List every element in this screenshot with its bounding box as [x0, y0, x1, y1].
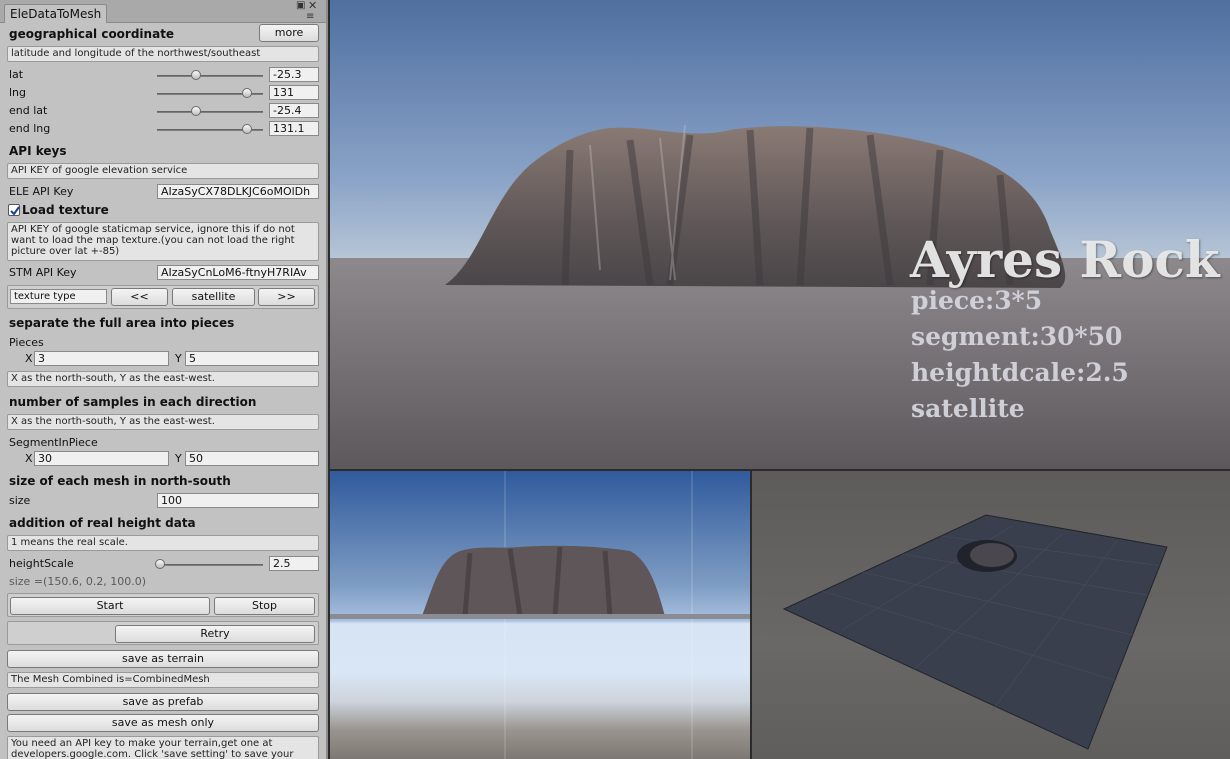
end-lat-field[interactable]: -25.4 [269, 103, 319, 118]
scene-view-main[interactable]: Ayres Rock piece:3*5 segment:30*50 heigh… [330, 0, 1230, 469]
end-lng-field[interactable]: 131.1 [269, 121, 319, 136]
texture-next-button[interactable]: >> [258, 288, 315, 306]
end-lat-slider[interactable] [157, 111, 263, 113]
segment-x-label: X [25, 452, 33, 465]
ele-api-key-label: ELE API Key [9, 185, 74, 198]
samples-help: X as the north-south, Y as the east-west… [7, 414, 319, 430]
stop-button[interactable]: Stop [214, 597, 315, 615]
retry-button[interactable]: Retry [115, 625, 315, 643]
footer-help: You need an API key to make your terrain… [7, 736, 319, 759]
save-terrain-button[interactable]: save as terrain [7, 650, 319, 668]
segment-y-label: Y [175, 452, 182, 465]
pieces-x-label: X [25, 352, 33, 365]
tab-bar: EleDataToMesh ▣ ✕ ≡ [0, 0, 326, 23]
start-button[interactable]: Start [10, 597, 210, 615]
size-field[interactable]: 100 [157, 493, 319, 508]
segment-y-field[interactable]: 50 [185, 451, 319, 466]
stm-api-key-label: STM API Key [9, 266, 77, 279]
stm-api-key-field[interactable]: AIzaSyCnLoM6-ftnyH7RIAv [157, 265, 319, 280]
height-help: 1 means the real scale. [7, 535, 319, 551]
load-texture-checkbox[interactable] [8, 204, 20, 216]
lng-label: lng [9, 86, 27, 99]
api-heading: API keys [9, 144, 67, 158]
maximize-icon[interactable]: ▣ [296, 1, 305, 11]
pieces-y-label: Y [175, 352, 182, 365]
height-scale-slider-thumb[interactable] [155, 559, 165, 569]
overlay-title: Ayres Rock [910, 230, 1220, 289]
size-label: size [9, 494, 31, 507]
more-button[interactable]: more [259, 24, 319, 42]
save-mesh-button[interactable]: save as mesh only [7, 714, 319, 732]
height-heading: addition of real height data [9, 516, 196, 530]
lng-field[interactable]: 131 [269, 85, 319, 100]
end-lat-label: end lat [9, 104, 48, 117]
api-help: API KEY of google elevation service [7, 163, 319, 179]
overlay-segment: segment:30*50 [911, 322, 1123, 351]
height-scale-field[interactable]: 2.5 [269, 556, 319, 571]
size-readout: size =(150.6, 0.2, 100.0) [9, 575, 147, 588]
lat-label: lat [9, 68, 24, 81]
height-scale-slider[interactable] [157, 564, 263, 566]
segment-x-field[interactable]: 30 [34, 451, 169, 466]
close-icon[interactable]: ✕ [308, 0, 317, 11]
samples-heading: number of samples in each direction [9, 395, 257, 409]
texture-value-button[interactable]: satellite [172, 288, 255, 306]
pieces-help: X as the north-south, Y as the east-west… [7, 371, 319, 387]
segment-label: SegmentInPiece [9, 436, 98, 449]
side-render [330, 471, 750, 759]
overlay-heightscale: heightdcale:2.5 [911, 358, 1129, 387]
size-heading: size of each mesh in north-south [9, 474, 231, 488]
pieces-label: Pieces [9, 336, 44, 349]
tab-eledatatomesh[interactable]: EleDataToMesh [4, 4, 108, 23]
lat-slider-thumb[interactable] [191, 70, 201, 80]
geo-heading: geographical coordinate [9, 27, 175, 41]
texture-prev-button[interactable]: << [111, 288, 168, 306]
scene-view-side[interactable] [330, 471, 750, 759]
overlay-texture: satellite [911, 394, 1025, 423]
inspector-panel: EleDataToMesh ▣ ✕ ≡ geographical coordin… [0, 0, 328, 759]
combined-info: The Mesh Combined is=CombinedMesh [7, 672, 319, 688]
texture-type-label: texture type [10, 289, 107, 304]
scene-view-perspective[interactable] [752, 471, 1230, 759]
save-prefab-button[interactable]: save as prefab [7, 693, 319, 711]
lat-field[interactable]: -25.3 [269, 67, 319, 82]
lat-slider[interactable] [157, 75, 263, 77]
mesh-render [782, 514, 1168, 750]
height-scale-label: heightScale [9, 557, 74, 570]
overlay-pieces: piece:3*5 [911, 286, 1043, 315]
end-lat-slider-thumb[interactable] [191, 106, 201, 116]
checkmark-icon [10, 206, 20, 216]
inspector-content: geographical coordinate more latitude an… [5, 23, 319, 759]
menu-icon[interactable]: ≡ [306, 12, 314, 22]
stm-help: API KEY of google staticmap service, ign… [7, 222, 319, 261]
pieces-x-field[interactable]: 3 [34, 351, 169, 366]
end-lng-slider-thumb[interactable] [242, 124, 252, 134]
load-texture-label: Load texture [22, 203, 109, 217]
geo-help: latitude and longitude of the northwest/… [7, 46, 319, 62]
end-lng-label: end lng [9, 122, 51, 135]
pieces-heading: separate the full area into pieces [9, 316, 235, 330]
lng-slider-thumb[interactable] [242, 88, 252, 98]
ele-api-key-field[interactable]: AIzaSyCX78DLKJC6oMOlDh [157, 184, 319, 199]
pieces-y-field[interactable]: 5 [185, 351, 319, 366]
